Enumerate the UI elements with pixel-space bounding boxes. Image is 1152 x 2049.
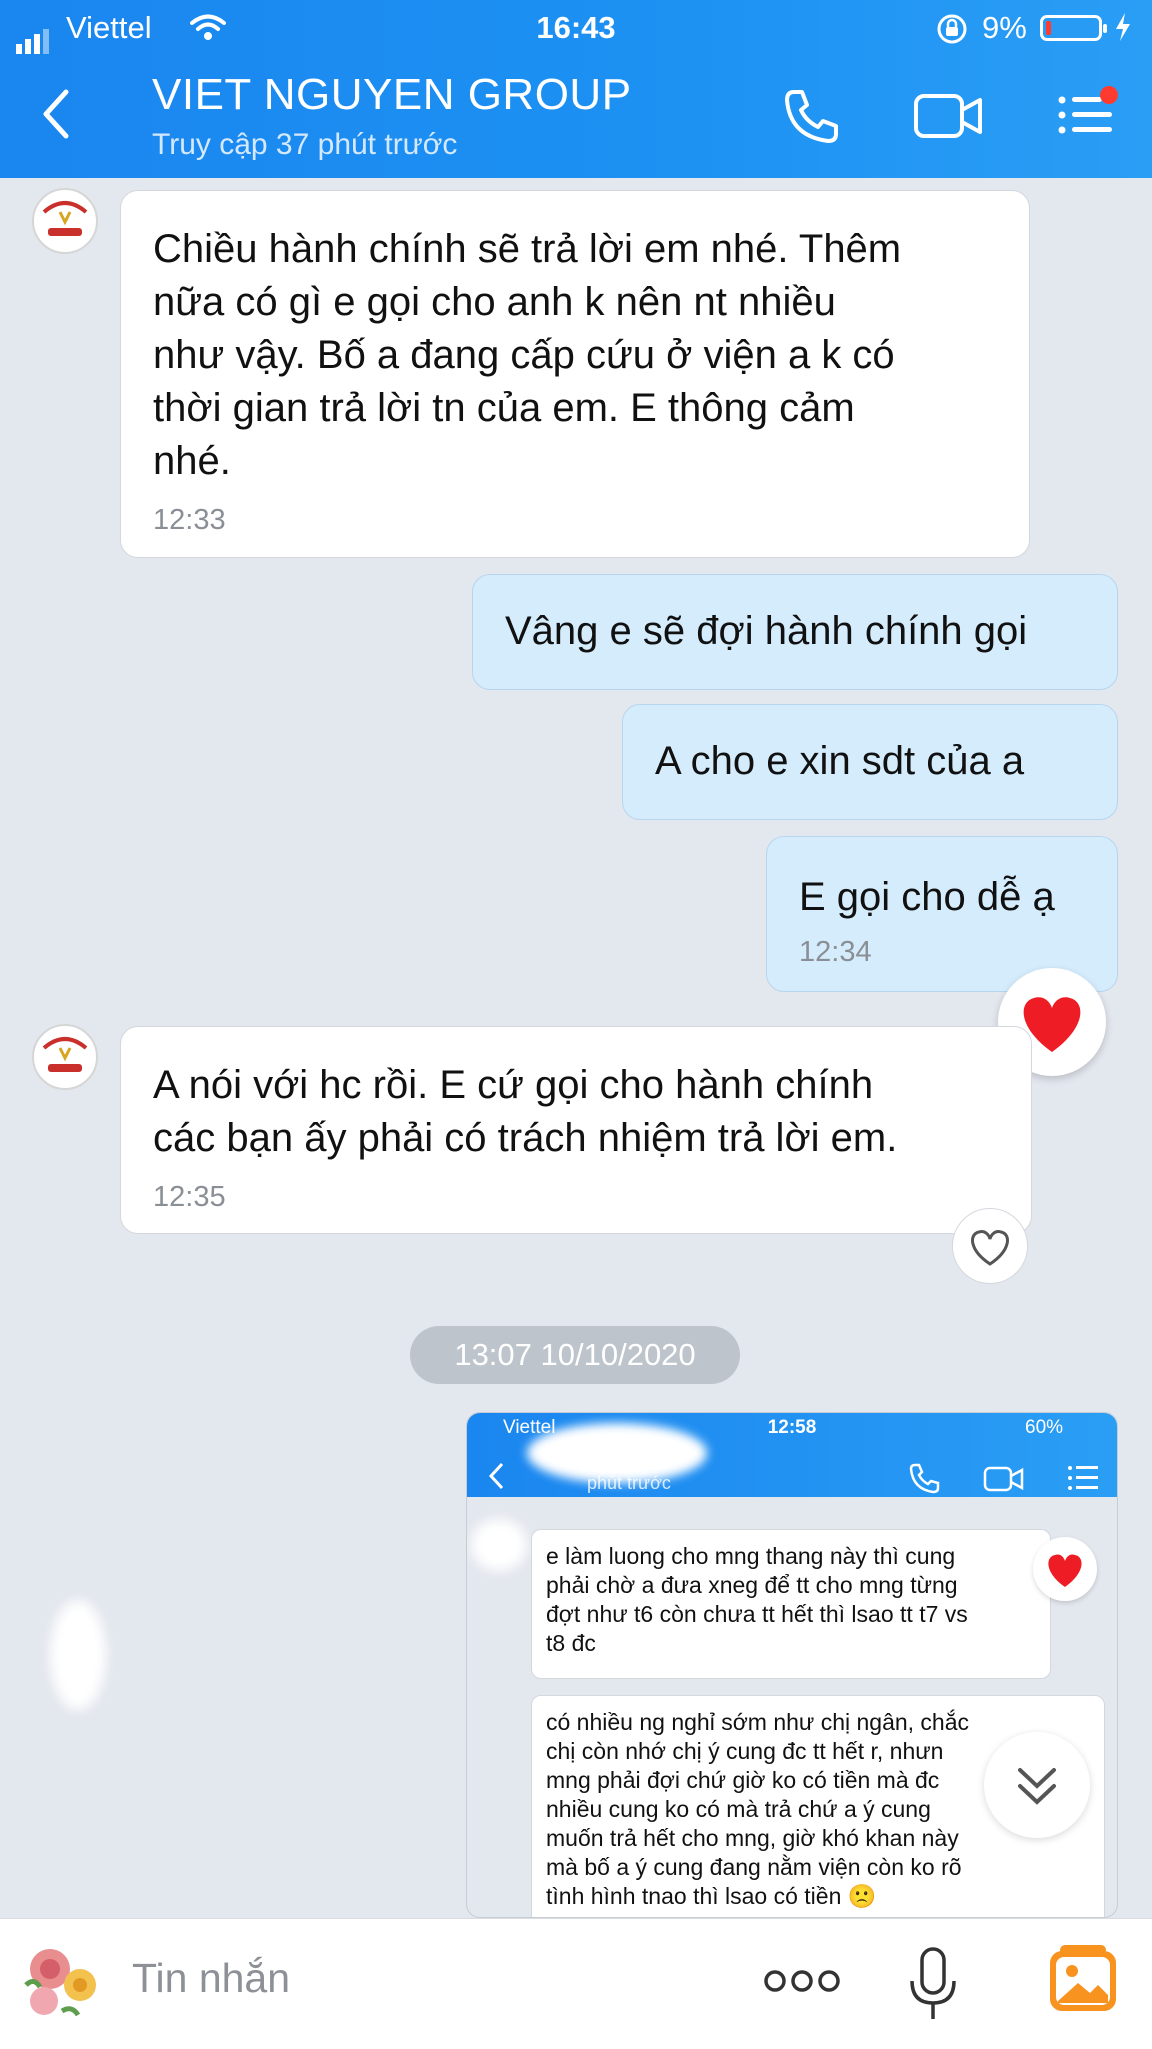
message-text: A nói với hc rồi. E cứ gọi cho hành chín… (153, 1063, 898, 1160)
message-bubble-outgoing[interactable]: A cho e xin sdt của a (622, 704, 1118, 820)
heart-outline-icon (971, 1230, 1009, 1266)
video-call-icon (983, 1466, 1024, 1492)
chat-title[interactable]: VIET NGUYEN GROUP (152, 70, 632, 120)
phone-icon (909, 1463, 940, 1494)
photo-gallery-icon[interactable] (1046, 1943, 1120, 2017)
last-seen-status: Truy cập 37 phút trước (152, 128, 458, 161)
status-bar: Viettel 16:43 9% (0, 0, 1152, 58)
battery-percent: 9% (982, 10, 1027, 45)
message-time: 12:35 (153, 1181, 226, 1213)
shared-image[interactable]: Viettel 12:58 60% phút trước e làm luong… (466, 1412, 1118, 1918)
redaction-blur (50, 1600, 106, 1710)
battery-icon (1040, 15, 1107, 41)
video-call-icon[interactable] (912, 86, 986, 146)
back-icon (488, 1462, 504, 1490)
double-chevron-down-icon (1018, 1768, 1056, 1805)
charging-icon (1116, 13, 1130, 41)
reaction-badge (1033, 1537, 1097, 1601)
message-text: E gọi cho dễ ạ (799, 875, 1055, 919)
message-text: Chiều hành chính sẽ trả lời em nhé. Thêm… (153, 227, 902, 483)
shared-image-battery: 60% (1025, 1417, 1064, 1438)
app-header: Viettel 16:43 9% VIET NGUYEN GROUP Truy … (0, 0, 1152, 178)
redaction-blur (471, 1519, 527, 1571)
menu-icon (1068, 1466, 1098, 1490)
clock: 16:43 (536, 10, 616, 45)
message-text: Vâng e sẽ đợi hành chính gọi (505, 609, 1028, 653)
microphone-icon[interactable] (906, 1945, 960, 2025)
message-bubble-incoming[interactable]: Chiều hành chính sẽ trả lời em nhé. Thêm… (120, 190, 1030, 558)
date-separator: 13:07 10/10/2020 (410, 1326, 740, 1384)
like-button[interactable] (952, 1208, 1028, 1284)
message-input-bar: Tin nhắn (0, 1918, 1152, 2049)
more-options-icon[interactable] (762, 1963, 842, 1999)
redaction-blur (527, 1423, 707, 1483)
message-text: A cho e xin sdt của a (655, 739, 1025, 783)
company-logo-icon (36, 192, 94, 250)
shared-message-bubble: e làm luong cho mng thang này thì cung p… (531, 1529, 1051, 1679)
sender-avatar[interactable] (32, 188, 98, 254)
message-bubble-outgoing[interactable]: Vâng e sẽ đợi hành chính gọi (472, 574, 1118, 690)
sender-avatar[interactable] (32, 1024, 98, 1090)
menu-icon[interactable] (1056, 86, 1120, 142)
sticker-icon[interactable] (14, 1939, 110, 2029)
back-icon[interactable] (36, 86, 76, 142)
message-time: 12:33 (153, 504, 226, 536)
heart-icon (1048, 1554, 1082, 1587)
message-input[interactable]: Tin nhắn (132, 1955, 290, 2002)
company-logo-icon (36, 1028, 94, 1086)
message-time: 12:34 (799, 936, 872, 968)
phone-icon[interactable] (780, 86, 842, 148)
message-bubble-incoming[interactable]: A nói với hc rồi. E cứ gọi cho hành chín… (120, 1026, 1032, 1234)
rotation-lock-icon (937, 14, 967, 44)
scroll-to-bottom-button[interactable] (984, 1732, 1090, 1838)
